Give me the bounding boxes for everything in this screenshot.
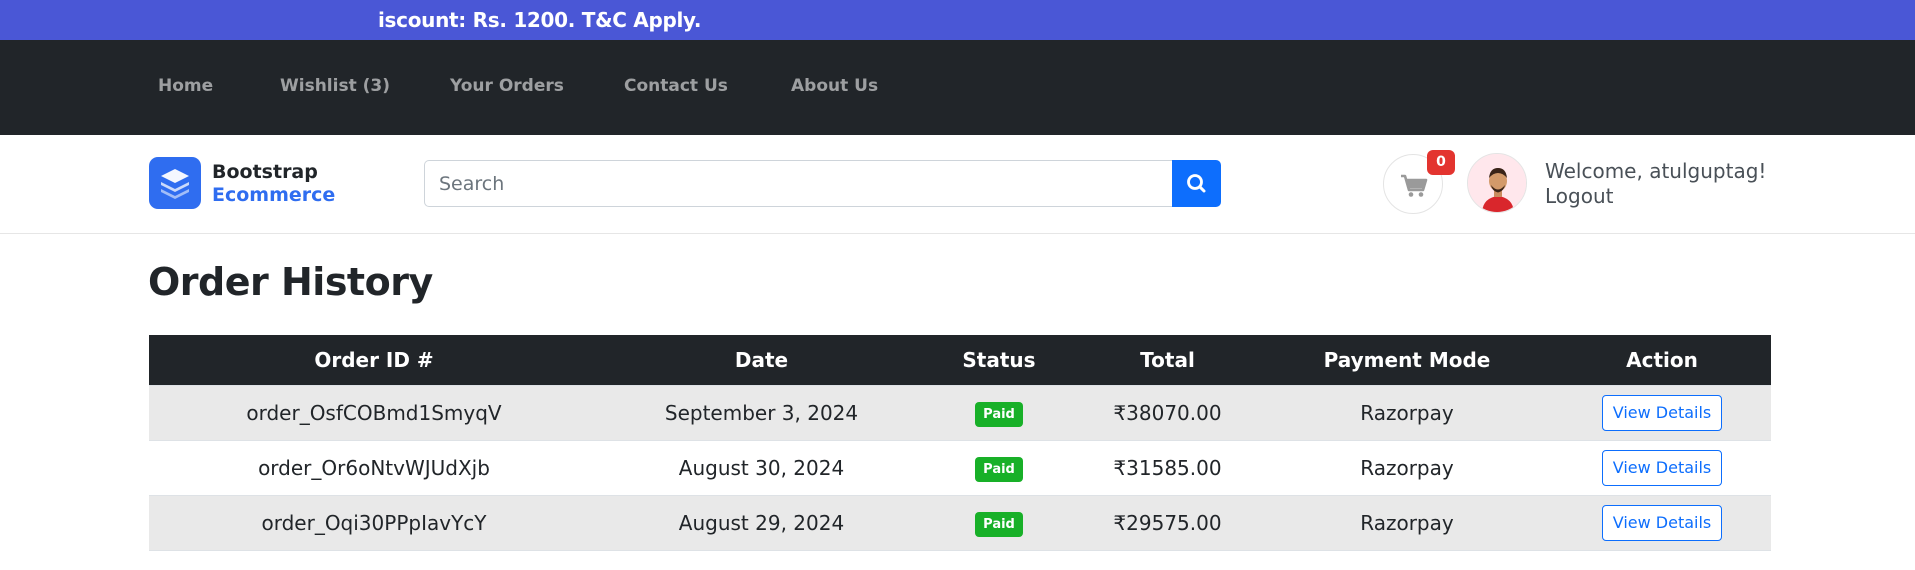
cart-count-badge: 0 [1427, 150, 1455, 175]
status-badge: Paid [975, 511, 1023, 537]
logo-text-primary[interactable]: Bootstrap [212, 161, 318, 183]
table-row: order_OsfCOBmd1SmyqV September 3, 2024 P… [149, 385, 1771, 441]
status-badge: Paid [975, 456, 1023, 482]
avatar[interactable] [1467, 153, 1527, 213]
table-row: order_Or6oNtvWJUdXjb August 30, 2024 Pai… [149, 440, 1771, 496]
date-cell: September 3, 2024 [599, 385, 924, 441]
announcement-bar: iscount: Rs. 1200. T&C Apply. [0, 0, 1915, 40]
site-header: Bootstrap Ecommerce 0 Welcome, atulgupta… [0, 135, 1915, 234]
nav-item-home[interactable]: Home [158, 76, 213, 96]
nav-item-about-us[interactable]: About Us [791, 76, 878, 96]
view-details-button[interactable]: View Details [1601, 504, 1723, 541]
column-header-date: Date [599, 335, 924, 386]
payment-mode-cell: Razorpay [1261, 495, 1553, 551]
view-details-button[interactable]: View Details [1601, 449, 1723, 486]
total-cell: ₹31585.00 [1074, 440, 1261, 496]
payment-mode-cell: Razorpay [1261, 440, 1553, 496]
payment-mode-cell: Razorpay [1261, 385, 1553, 441]
search-input[interactable] [424, 160, 1173, 207]
action-cell: View Details [1553, 385, 1771, 441]
status-cell: Paid [924, 440, 1074, 496]
orders-table: Order ID # Date Status Total Payment Mod… [149, 335, 1771, 551]
welcome-text: Welcome, atulguptag! [1545, 159, 1767, 183]
action-cell: View Details [1553, 495, 1771, 551]
table-row: order_Oqi30PPpIavYcY August 29, 2024 Pai… [149, 495, 1771, 551]
total-cell: ₹29575.00 [1074, 495, 1261, 551]
order-id-cell: order_Oqi30PPpIavYcY [149, 495, 599, 551]
column-header-action: Action [1553, 335, 1771, 386]
table-header-row: Order ID # Date Status Total Payment Mod… [149, 335, 1771, 386]
total-cell: ₹38070.00 [1074, 385, 1261, 441]
action-cell: View Details [1553, 440, 1771, 496]
main-navbar: Home Wishlist (3) Your Orders Contact Us… [0, 40, 1915, 135]
logo-text-secondary[interactable]: Ecommerce [212, 184, 335, 206]
nav-item-contact-us[interactable]: Contact Us [624, 76, 728, 96]
search-button[interactable] [1172, 160, 1221, 207]
order-id-cell: order_OsfCOBmd1SmyqV [149, 385, 599, 441]
nav-item-your-orders[interactable]: Your Orders [450, 76, 564, 96]
column-header-status: Status [924, 335, 1074, 386]
view-details-button[interactable]: View Details [1601, 394, 1723, 431]
announcement-text: iscount: Rs. 1200. T&C Apply. [378, 8, 702, 32]
date-cell: August 30, 2024 [599, 440, 924, 496]
column-header-payment-mode: Payment Mode [1261, 335, 1553, 386]
logout-link[interactable]: Logout [1545, 184, 1613, 208]
column-header-order-id: Order ID # [149, 335, 599, 386]
status-cell: Paid [924, 495, 1074, 551]
avatar-icon [1468, 154, 1526, 212]
stacked-layers-icon[interactable] [149, 157, 201, 209]
nav-item-wishlist[interactable]: Wishlist (3) [280, 76, 390, 96]
status-cell: Paid [924, 385, 1074, 441]
status-badge: Paid [975, 401, 1023, 427]
date-cell: August 29, 2024 [599, 495, 924, 551]
search-icon [1187, 174, 1206, 193]
order-id-cell: order_Or6oNtvWJUdXjb [149, 440, 599, 496]
column-header-total: Total [1074, 335, 1261, 386]
page-title: Order History [148, 260, 433, 304]
